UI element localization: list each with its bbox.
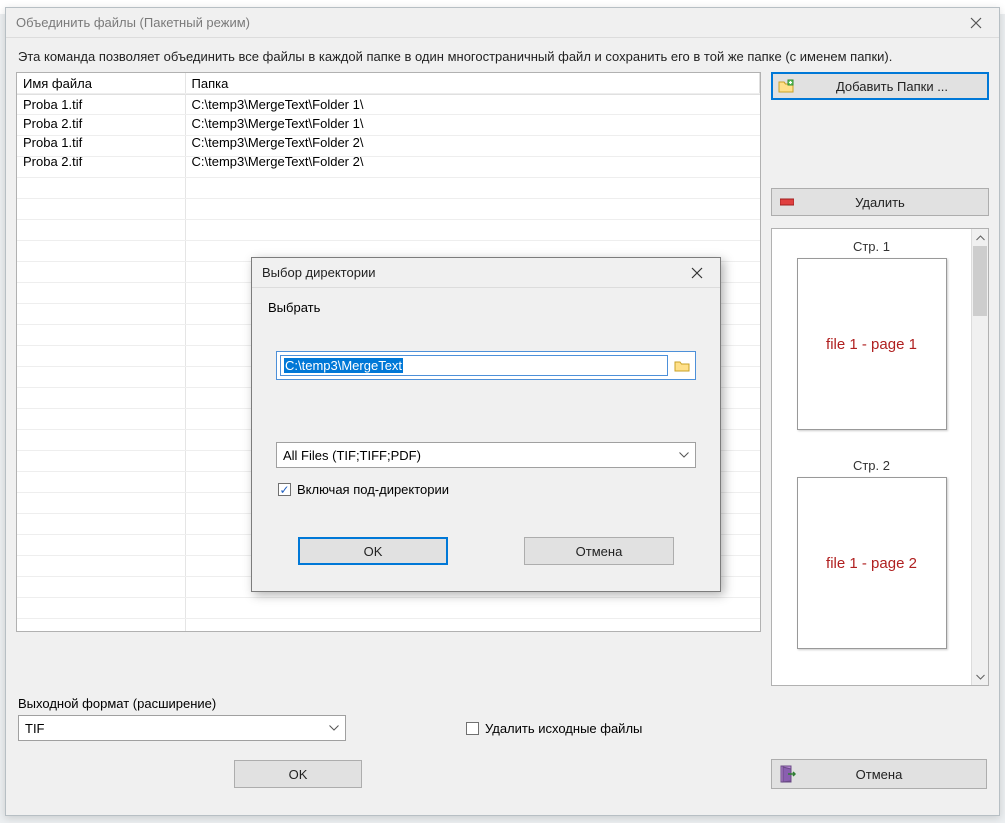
output-format-value: TIF — [25, 721, 45, 736]
add-folders-button[interactable]: Добавить Папки ... — [771, 72, 989, 100]
path-input[interactable]: C:\temp3\MergeText — [280, 355, 668, 376]
chevron-down-icon[interactable] — [972, 668, 988, 685]
preview-scrollbar[interactable] — [971, 229, 988, 685]
table-row[interactable]: Proba 2.tifC:\temp3\MergeText\Folder 1\ — [17, 114, 760, 133]
cancel-button[interactable]: Отмена — [771, 759, 987, 789]
file-filter-value: All Files (TIF;TIFF;PDF) — [283, 448, 421, 463]
footer: Выходной формат (расширение) TIF Удалить… — [6, 686, 999, 741]
checkbox-checked-icon — [278, 483, 291, 496]
choose-label: Выбрать — [268, 300, 704, 315]
preview-thumbnail[interactable]: file 1 - page 2 — [797, 477, 947, 649]
subdialog-titlebar[interactable]: Выбор директории — [252, 258, 720, 288]
preview-thumbnail[interactable]: file 1 - page 1 — [797, 258, 947, 430]
subdialog-cancel-button[interactable]: Отмена — [524, 537, 674, 565]
chevron-down-icon — [329, 725, 339, 731]
table-row[interactable]: Proba 1.tifC:\temp3\MergeText\Folder 2\ — [17, 133, 760, 152]
titlebar[interactable]: Объединить файлы (Пакетный режим) — [6, 8, 999, 38]
chevron-down-icon — [679, 452, 689, 458]
output-format-label: Выходной формат (расширение) — [18, 696, 987, 711]
preview-pane: Стр. 1 file 1 - page 1 Стр. 2 file 1 - p… — [771, 228, 989, 686]
file-filter-select[interactable]: All Files (TIF;TIFF;PDF) — [276, 442, 696, 468]
subdialog-title: Выбор директории — [262, 265, 375, 280]
delete-icon — [780, 197, 794, 207]
delete-label: Удалить — [778, 195, 982, 210]
include-subdirs-label: Включая под-директории — [297, 482, 449, 497]
col-header-folder[interactable]: Папка — [185, 73, 760, 95]
subdialog-ok-button[interactable]: OK — [298, 537, 448, 565]
side-panel: Добавить Папки ... Удалить Стр. 1 file 1… — [771, 72, 989, 686]
choose-directory-dialog: Выбор директории Выбрать C:\temp3\MergeT… — [251, 257, 721, 592]
col-header-filename[interactable]: Имя файла — [17, 73, 185, 95]
path-input-wrapper: C:\temp3\MergeText — [276, 351, 696, 380]
scrollbar-thumb[interactable] — [973, 246, 987, 316]
table-row[interactable]: Proba 2.tifC:\temp3\MergeText\Folder 2\ — [17, 152, 760, 171]
chevron-up-icon[interactable] — [972, 229, 988, 246]
close-icon[interactable] — [674, 258, 720, 288]
delete-source-checkbox[interactable]: Удалить исходные файлы — [466, 721, 642, 736]
window-title: Объединить файлы (Пакетный режим) — [16, 15, 250, 30]
browse-folder-button[interactable] — [672, 357, 692, 375]
table-row[interactable]: Proba 1.tifC:\temp3\MergeText\Folder 1\ — [17, 95, 760, 115]
preview-page-label: Стр. 2 — [778, 458, 965, 473]
ok-button[interactable]: OK — [234, 760, 362, 788]
add-folders-label: Добавить Папки ... — [802, 79, 982, 94]
close-icon[interactable] — [953, 8, 999, 38]
include-subdirs-checkbox[interactable]: Включая под-директории — [278, 482, 449, 497]
delete-button[interactable]: Удалить — [771, 188, 989, 216]
folder-add-icon — [778, 79, 794, 93]
merge-files-dialog: Объединить файлы (Пакетный режим) Эта ко… — [5, 7, 1000, 816]
dialog-description: Эта команда позволяет объединить все фай… — [6, 38, 999, 72]
output-format-select[interactable]: TIF — [18, 715, 346, 741]
checkbox-icon — [466, 722, 479, 735]
preview-page-label: Стр. 1 — [778, 239, 965, 254]
exit-door-icon — [780, 765, 796, 783]
delete-source-label: Удалить исходные файлы — [485, 721, 642, 736]
